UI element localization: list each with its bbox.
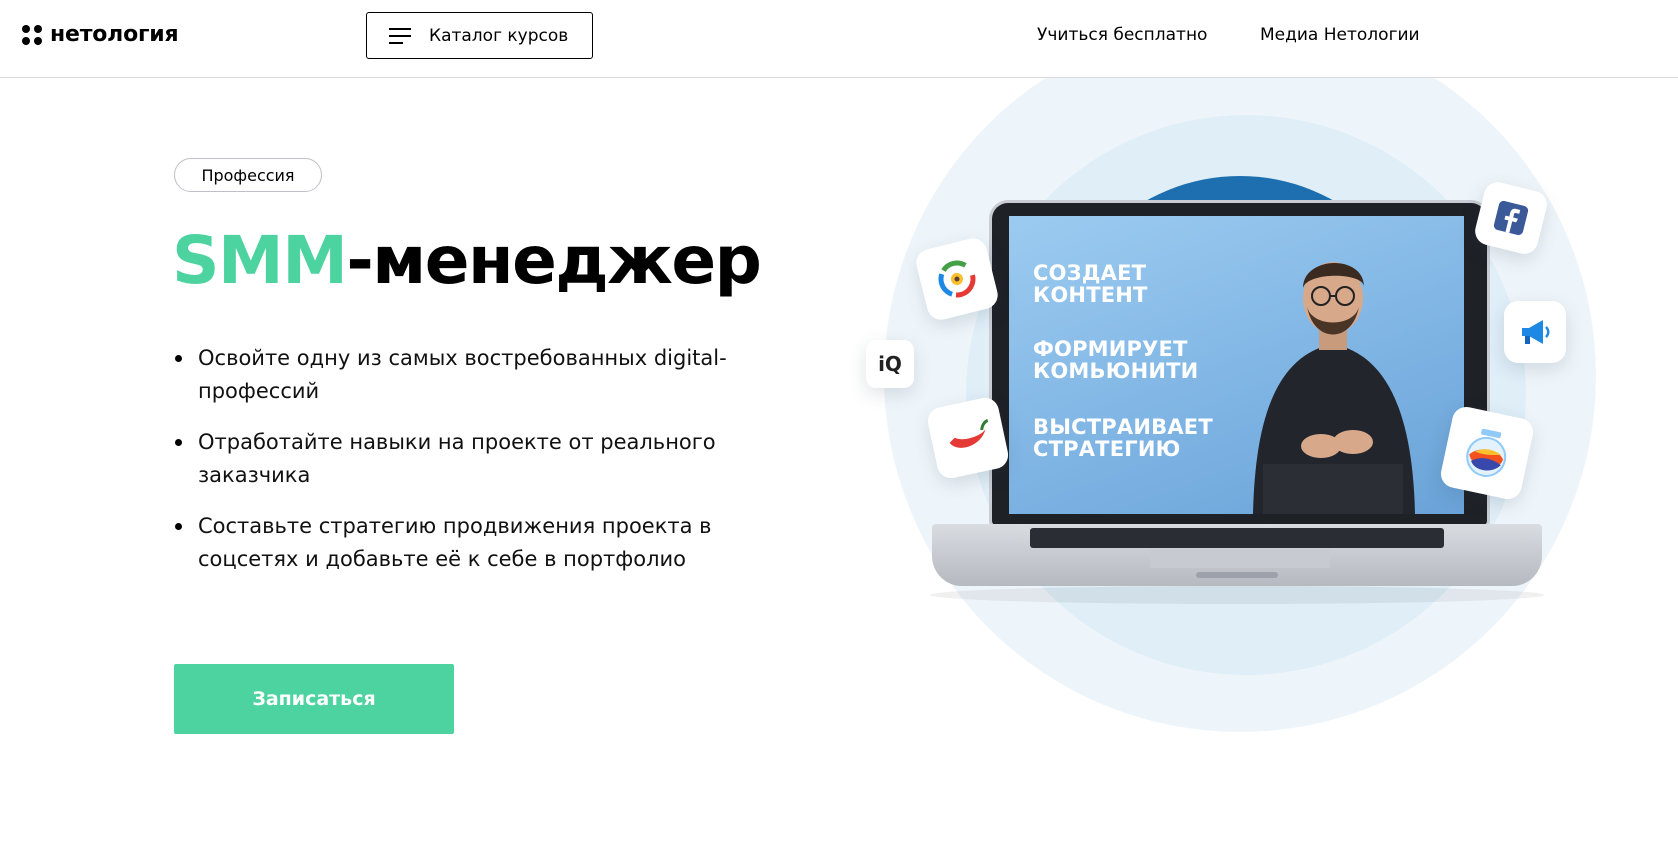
benefit-item: Отработайте навыки на проекте от реально… bbox=[174, 426, 774, 492]
laptop-trackpad bbox=[1150, 550, 1330, 568]
benefits-list: Освойте одну из самых востребованных dig… bbox=[174, 342, 774, 594]
presenter-image bbox=[1253, 262, 1415, 514]
laptop-keyboard bbox=[1030, 528, 1444, 548]
benefit-item: Освойте одну из самых востребованных dig… bbox=[174, 342, 774, 408]
logo[interactable]: нетология bbox=[22, 22, 179, 47]
nav-link-free-learning[interactable]: Учиться бесплатно bbox=[1037, 25, 1207, 45]
laptop-shadow bbox=[930, 586, 1544, 604]
laptop-screen: СОЗДАЕТ КОНТЕНТ ФОРМИРУЕТ КОМЬЮНИТИ ВЫСТ… bbox=[1009, 216, 1464, 514]
benefit-item: Составьте стратегию продвижения проекта … bbox=[174, 510, 774, 576]
screen-text-community: ФОРМИРУЕТ КОМЬЮНИТИ bbox=[1033, 337, 1199, 383]
enroll-button[interactable]: Записаться bbox=[174, 664, 454, 734]
page-title-accent: SMM bbox=[172, 222, 348, 299]
catalog-button[interactable]: Каталог курсов bbox=[366, 12, 593, 59]
chili-pepper-icon bbox=[925, 395, 1011, 481]
nav-link-media[interactable]: Медиа Нетологии bbox=[1260, 25, 1420, 45]
menu-icon bbox=[389, 27, 413, 45]
iq-logo-icon: iQ bbox=[866, 340, 914, 388]
page-title: SMM-менеджер bbox=[172, 222, 762, 299]
profession-badge: Профессия bbox=[174, 158, 322, 192]
site-header: нетология Каталог курсов Учиться бесплат… bbox=[0, 0, 1678, 78]
page: нетология Каталог курсов Учиться бесплат… bbox=[0, 0, 1678, 847]
catalog-button-label: Каталог курсов bbox=[429, 25, 569, 46]
iq-logo-text: iQ bbox=[878, 352, 902, 376]
screen-text-strategy: ВЫСТРАИВАЕТ СТРАТЕГИЮ bbox=[1033, 415, 1213, 461]
logo-icon bbox=[22, 24, 42, 45]
logo-text: нетология bbox=[50, 22, 179, 47]
screen-text-content: СОЗДАЕТ КОНТЕНТ bbox=[1033, 261, 1148, 307]
fish-jar-icon bbox=[1438, 404, 1536, 502]
laptop-notch bbox=[1196, 572, 1278, 578]
page-title-rest: -менеджер bbox=[346, 222, 761, 299]
megaphone-icon bbox=[1504, 301, 1566, 363]
